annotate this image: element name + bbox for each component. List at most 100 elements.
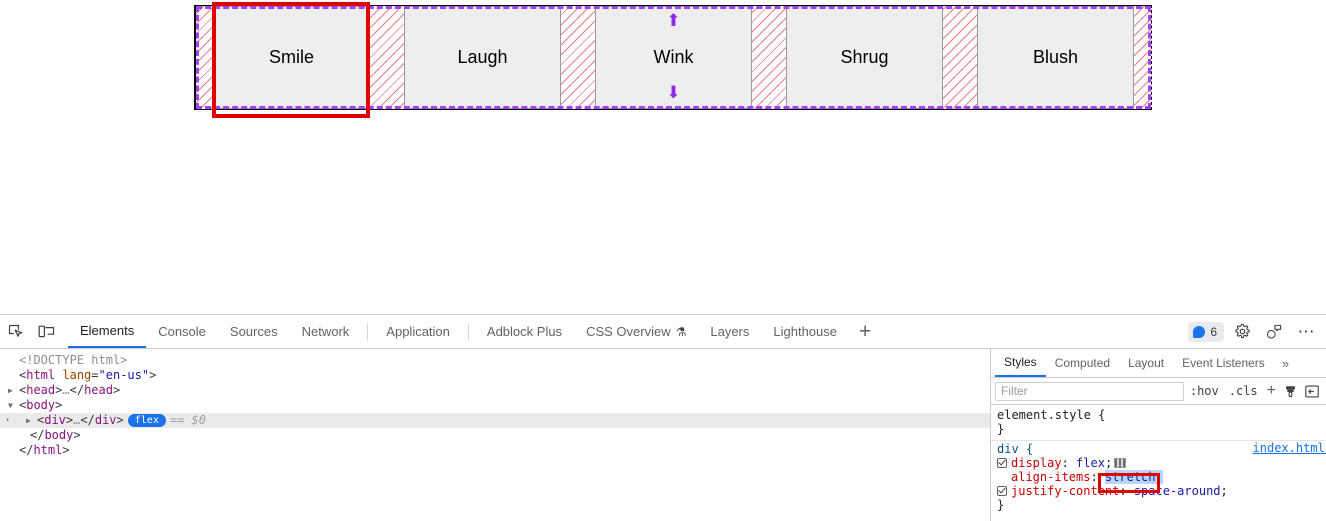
tab-label: Application [386,324,450,339]
dom-line-head[interactable]: ▶ < head >… </head > [0,383,990,398]
tab-computed[interactable]: Computed [1046,350,1119,377]
attr-value: "en-us" [98,368,150,382]
dom-line-body-close[interactable]: </body > [0,428,990,443]
inspect-element-icon[interactable] [2,319,30,345]
declaration-checkbox[interactable] [997,486,1007,496]
flex-item-blush[interactable]: Blush [977,6,1134,109]
chevron-right-double-glyph: » [1281,355,1290,371]
toolbar-right-group: 6 ⋯ [1188,315,1320,348]
tab-label: Elements [80,323,135,338]
dom-line-body-open[interactable]: ▼ < body > [0,398,990,413]
tab-label: Layout [1128,356,1165,370]
declaration-justify-content[interactable]: justify-content: space-around; [997,484,1326,498]
stretch-arrow-down-icon: ⬇ [666,83,681,103]
cls-label: .cls [1228,384,1258,398]
tab-styles[interactable]: Styles [995,350,1046,377]
collapsed-ellipsis: … [73,413,81,427]
styles-tab-bar: Styles Computed Layout Event Listeners » [991,349,1326,378]
flex-item-label: Smile [268,47,314,67]
cls-button[interactable]: .cls [1225,384,1262,398]
issues-count: 6 [1210,324,1217,339]
tab-console[interactable]: Console [146,316,218,348]
property-name[interactable]: justify-content [1011,484,1119,498]
plus-icon: + [859,319,872,343]
more-options-icon[interactable]: ⋯ [1292,319,1320,345]
tab-label: Layers [710,324,750,339]
property-name[interactable]: display [1011,456,1062,470]
rule-close-brace: } [997,498,1005,512]
more-tabs-chevron-icon[interactable]: » [1274,356,1297,371]
dom-tree-pane[interactable]: <!DOCTYPE html> < html lang = "en-us" > ▶ < h… [0,349,990,521]
paint-brush-icon[interactable] [1281,385,1300,398]
declaration-align-items[interactable]: align-items: stretch; [997,470,1326,484]
flex-container[interactable]: Smile Laugh ⬆ Wink ⬇ Shrug Blush [194,5,1152,110]
tab-sources[interactable]: Sources [218,316,290,348]
flex-item-label: Wink [653,47,694,67]
tab-css-overview[interactable]: CSS Overview ⚗ [574,316,698,348]
flex-item-label: Shrug [840,47,889,67]
new-style-rule-button[interactable]: + [1264,382,1279,400]
toolbar-divider [467,322,469,341]
attr-name: lang [62,368,92,382]
flex-badge[interactable]: flex [127,414,166,427]
property-value[interactable]: stretch [1104,470,1156,484]
tab-elements[interactable]: Elements [68,316,147,348]
tab-label: Console [158,324,206,339]
rule-div[interactable]: index.html: div { display: flex; align-i… [991,440,1326,514]
feedback-icon[interactable] [1260,319,1288,345]
tab-network[interactable]: Network [290,316,362,348]
tab-layers[interactable]: Layers [698,316,761,348]
issues-badge[interactable]: 6 [1188,321,1224,342]
tab-label: CSS Overview [586,324,671,339]
tab-lighthouse[interactable]: Lighthouse [761,316,849,348]
rule-selector[interactable]: element.style { [997,408,1326,422]
tab-label: Lighthouse [773,324,838,339]
plus-icon: + [1266,382,1276,399]
tag-name: body [26,398,56,412]
declaration-checkbox[interactable] [997,458,1007,468]
styles-filter-row: Filter :hov .cls + [991,378,1326,405]
toggle-sidebar-icon[interactable] [1302,385,1322,398]
expand-triangle-icon[interactable]: ▶ [8,383,19,398]
device-toolbar-icon[interactable] [32,319,60,345]
tab-label: Styles [1004,355,1037,369]
dom-line-html-open[interactable]: < html lang = "en-us" > [0,368,990,383]
flex-editor-icon[interactable] [1114,458,1127,468]
experiment-flask-icon: ⚗ [675,324,687,339]
gear-icon[interactable] [1228,319,1256,345]
rule-element-style[interactable]: element.style { } [991,407,1326,438]
flex-item-laugh[interactable]: Laugh [404,6,561,109]
tab-label: Adblock Plus [486,324,563,339]
tab-adblock-plus[interactable]: Adblock Plus [475,316,574,348]
flex-item-wink[interactable]: ⬆ Wink ⬇ [595,6,752,109]
tag-name: div [44,413,66,427]
property-value[interactable]: space-around [1134,484,1221,498]
css-rules-list: element.style { } index.html: div { disp… [991,405,1326,514]
property-name[interactable]: align-items [1011,470,1090,484]
property-value[interactable]: flex [1076,456,1105,470]
hov-button[interactable]: :hov [1186,384,1223,398]
ellipsis-glyph: ⋯ [1297,321,1315,341]
selected-node-ref: == $0 [169,413,206,427]
flex-item-smile[interactable]: Smile [213,6,370,109]
declaration-display[interactable]: display: flex; [997,456,1326,470]
tab-event-listeners[interactable]: Event Listeners [1173,350,1274,377]
stylesheet-source-link[interactable]: index.html: [1253,441,1326,455]
add-panel-button[interactable]: + [849,317,881,347]
dom-line-div-selected[interactable]: · ▶ < div >… </div > flex == $0 [0,413,990,428]
dom-line-doctype[interactable]: <!DOCTYPE html> [0,353,990,368]
filter-placeholder: Filter [1001,384,1028,398]
tab-label: Network [301,324,350,339]
flex-item-shrug[interactable]: Shrug [786,6,943,109]
collapsed-ellipsis: … [62,383,70,397]
tab-layout[interactable]: Layout [1119,350,1173,377]
expand-triangle-icon[interactable]: ▶ [26,413,37,428]
tag-name-close: html [33,443,63,457]
tab-application[interactable]: Application [374,316,462,348]
tab-label: Sources [229,324,278,339]
page-viewport: Smile Laugh ⬆ Wink ⬇ Shrug Blush [0,0,1326,314]
stretch-arrow-up-icon: ⬆ [666,11,681,31]
collapse-triangle-icon[interactable]: ▼ [8,398,19,413]
filter-input[interactable]: Filter [995,381,1184,401]
dom-line-html-close[interactable]: </html > [0,443,990,458]
